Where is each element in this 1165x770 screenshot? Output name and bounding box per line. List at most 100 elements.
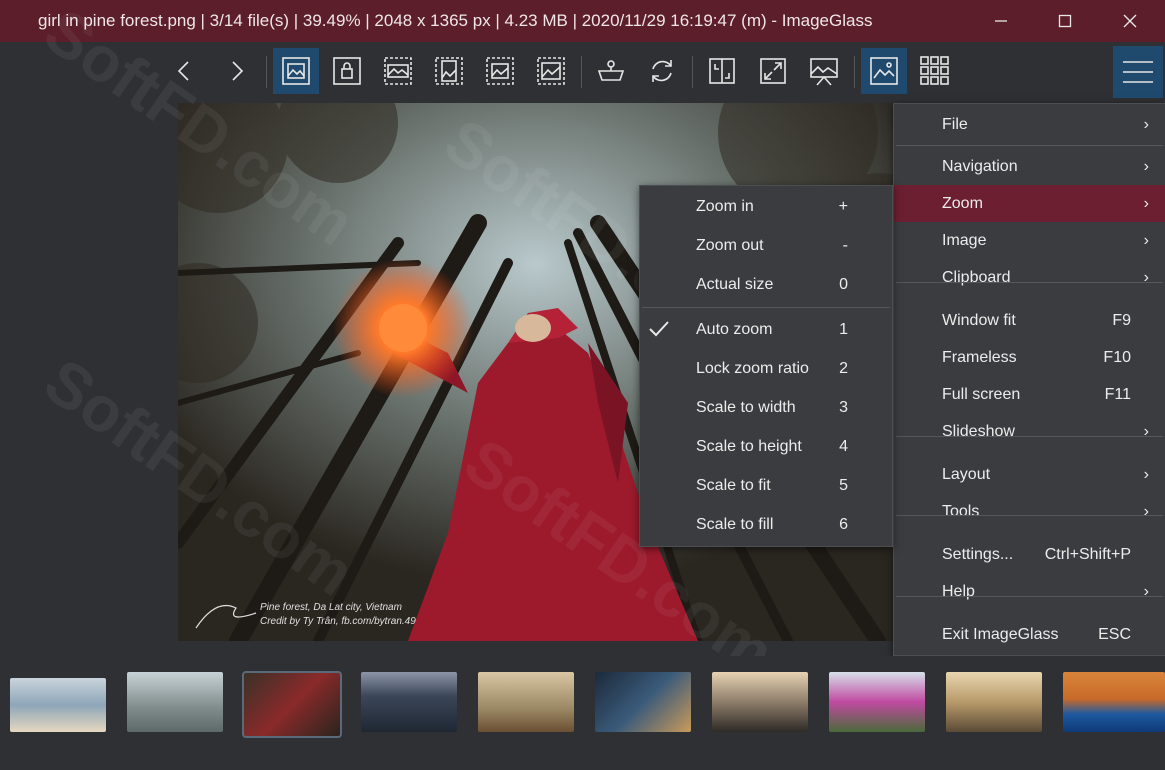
thumbnail-item-selected[interactable] <box>242 671 342 738</box>
auto-zoom-button[interactable] <box>273 48 319 94</box>
window-fit-icon <box>486 57 514 85</box>
minimize-button[interactable] <box>970 0 1032 42</box>
refresh-icon <box>652 60 672 82</box>
scale-to-height-button[interactable] <box>426 48 472 94</box>
zoom-item-scale-to-width[interactable]: Scale to width 3 <box>640 389 892 426</box>
menu-item-frameless[interactable]: Frameless F10 <box>894 339 1165 376</box>
zoom-item-shortcut: 6 <box>839 515 848 533</box>
zoom-item-scale-to-fill[interactable]: Scale to fill 6 <box>640 506 892 543</box>
zoom-item-actual-size[interactable]: Actual size 0 <box>640 266 892 303</box>
scale-to-width-button[interactable] <box>375 48 421 94</box>
maximize-button[interactable] <box>1034 0 1096 42</box>
thumbnail-bar <box>0 656 1165 770</box>
menu-item-label: Window fit <box>942 311 1016 329</box>
frameless-icon <box>537 57 565 85</box>
zoom-item-zoom-in[interactable]: Zoom in + <box>640 188 892 225</box>
zoom-item-shortcut: - <box>842 236 848 254</box>
chevron-right-icon: › <box>1143 194 1149 212</box>
thumbnail-item[interactable] <box>361 672 457 732</box>
menu-item-window-fit[interactable]: Window fit F9 <box>894 302 1165 339</box>
zoom-item-label: Zoom out <box>696 236 764 254</box>
zoom-submenu: Zoom in + Zoom out - Actual size 0 Auto zoom 1 L… <box>639 185 893 547</box>
menu-item-clipboard[interactable]: Clipboard › <box>894 259 1165 296</box>
menu-item-label: Layout <box>942 465 991 483</box>
menu-item-shortcut: F11 <box>1104 385 1131 403</box>
zoom-item-zoom-out[interactable]: Zoom out - <box>640 227 892 264</box>
menu-item-file[interactable]: File › <box>894 106 1165 143</box>
thumbnail-item[interactable] <box>10 678 106 732</box>
previous-icon <box>177 61 189 81</box>
scale-to-height-icon <box>435 57 463 85</box>
menu-item-zoom[interactable]: Zoom › <box>894 185 1165 222</box>
crop-button[interactable] <box>699 48 745 94</box>
main-menu-button[interactable] <box>1113 46 1163 98</box>
toolbar-separator <box>692 56 693 88</box>
zoom-item-label: Zoom in <box>696 197 754 215</box>
full-screen-button[interactable] <box>750 48 796 94</box>
menu-separator <box>896 282 1163 283</box>
thumbnail-bar-icon <box>870 57 898 85</box>
thumbnail-item[interactable] <box>712 672 808 732</box>
menu-item-image[interactable]: Image › <box>894 222 1165 259</box>
menu-item-help[interactable]: Help › <box>894 573 1165 610</box>
previous-button[interactable] <box>162 48 208 94</box>
grid-button[interactable] <box>912 48 958 94</box>
frameless-button[interactable] <box>528 48 574 94</box>
menu-item-exit-imageglass[interactable]: Exit ImageGlass ESC <box>894 616 1165 653</box>
menu-separator <box>896 436 1163 437</box>
toolbar-separator <box>854 56 855 88</box>
window-fit-button[interactable] <box>477 48 523 94</box>
lock-zoom-button[interactable] <box>324 48 370 94</box>
main-menu-icon <box>1123 61 1153 83</box>
photo-caption-line1: Pine forest, Da Lat city, Vietnam <box>260 602 402 613</box>
thumbnail-item[interactable] <box>127 672 223 732</box>
zoom-item-lock-zoom-ratio[interactable]: Lock zoom ratio 2 <box>640 350 892 387</box>
menu-item-label: Settings... <box>942 545 1014 563</box>
chevron-right-icon: › <box>1143 231 1149 249</box>
open-with-icon <box>597 60 625 81</box>
menu-item-label: Image <box>942 231 987 249</box>
thumbnail-item[interactable] <box>595 672 691 732</box>
zoom-item-label: Lock zoom ratio <box>696 359 809 377</box>
chevron-right-icon: › <box>1143 465 1149 483</box>
menu-separator <box>896 145 1163 146</box>
open-with-button[interactable] <box>588 48 634 94</box>
lock-zoom-icon <box>333 57 361 85</box>
menu-item-shortcut: ESC <box>1098 625 1131 643</box>
zoom-item-scale-to-height[interactable]: Scale to height 4 <box>640 428 892 465</box>
zoom-item-shortcut: 0 <box>839 275 848 293</box>
thumbnail-item[interactable] <box>946 672 1042 732</box>
menu-item-shortcut: F9 <box>1112 311 1131 329</box>
thumbnail-item[interactable] <box>478 672 574 732</box>
thumbnail-bar-button[interactable] <box>861 48 907 94</box>
auto-zoom-icon <box>282 57 310 85</box>
thumbnail-item[interactable] <box>829 672 925 732</box>
crop-icon <box>709 58 735 84</box>
zoom-item-shortcut: + <box>838 197 848 215</box>
chevron-right-icon: › <box>1143 268 1149 286</box>
close-button[interactable] <box>1099 0 1161 42</box>
zoom-item-shortcut: 5 <box>839 476 848 494</box>
slideshow-icon <box>810 58 838 86</box>
next-button[interactable] <box>213 48 259 94</box>
maximize-icon <box>1058 14 1072 28</box>
menu-item-layout[interactable]: Layout › <box>894 456 1165 493</box>
slideshow-button[interactable] <box>801 48 847 94</box>
zoom-item-label: Scale to height <box>696 437 802 455</box>
menu-item-tools[interactable]: Tools › <box>894 493 1165 530</box>
close-icon <box>1123 14 1137 28</box>
menu-item-slideshow[interactable]: Slideshow › <box>894 413 1165 450</box>
zoom-item-label: Scale to width <box>696 398 796 416</box>
zoom-item-auto-zoom[interactable]: Auto zoom 1 <box>640 311 892 348</box>
menu-separator <box>896 515 1163 516</box>
refresh-button[interactable] <box>639 48 685 94</box>
menu-item-full-screen[interactable]: Full screen F11 <box>894 376 1165 413</box>
menu-item-navigation[interactable]: Navigation › <box>894 148 1165 185</box>
menu-item-settings[interactable]: Settings... Ctrl+Shift+P <box>894 536 1165 573</box>
toolbar-separator <box>581 56 582 88</box>
menu-item-label: Clipboard <box>942 268 1011 286</box>
zoom-item-scale-to-fit[interactable]: Scale to fit 5 <box>640 467 892 504</box>
thumbnail-item[interactable] <box>1063 672 1165 732</box>
minimize-icon <box>995 20 1007 22</box>
next-icon <box>232 61 244 81</box>
